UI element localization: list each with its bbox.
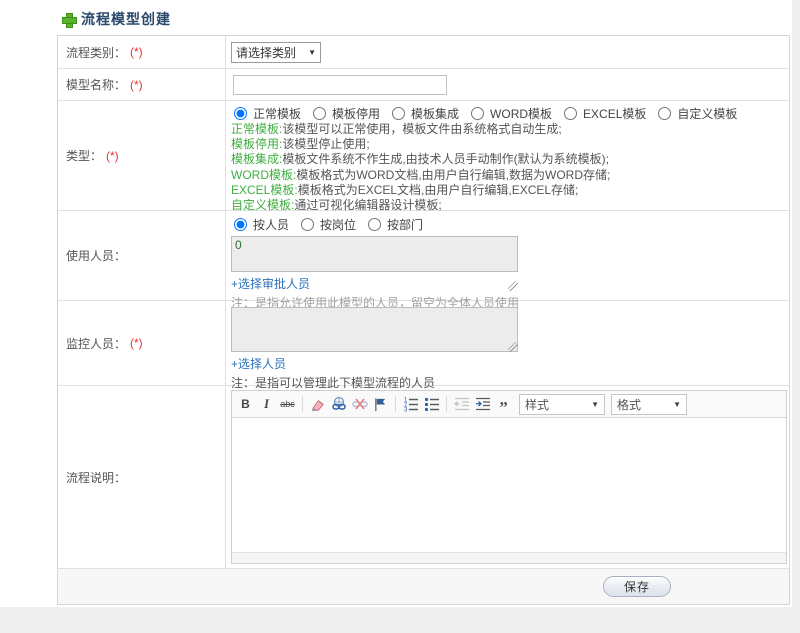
select-persons-link[interactable]: +选择人员 — [231, 355, 286, 372]
users-label: 使用人员： — [66, 249, 127, 263]
row-users: 使用人员： 按人员 按岗位 按部门 0 +选择审批人员 注：是指允许使用此模型的… — [58, 211, 789, 310]
plus-icon — [62, 12, 77, 28]
bulleted-list-icon[interactable] — [422, 395, 441, 414]
styles-combo[interactable]: 样式 ▼ — [519, 393, 605, 415]
italic-icon[interactable]: I — [257, 395, 276, 414]
required-mark: (*) — [106, 148, 119, 163]
radio-template-integrated[interactable] — [392, 107, 406, 120]
page-title: 流程模型创建 — [81, 11, 171, 27]
toolbar-separator — [446, 396, 447, 412]
remove-format-icon[interactable] — [308, 395, 327, 414]
radio-label[interactable]: 模板集成 — [411, 105, 459, 122]
category-field-cell: 请选择类别 ▼ — [226, 36, 789, 68]
radio-label[interactable]: 自定义模板 — [677, 105, 737, 122]
row-monitors: 监控人员： (*) +选择人员 注：是指可以管理此下模型流程的人员 — [58, 301, 789, 390]
type-desc-line: 正常模板:该模型可以正常使用，模板文件由系统格式自动生成; — [231, 122, 562, 136]
radio-custom-template[interactable] — [658, 107, 672, 120]
editor-toolbar: B I abc 1 2 3 ” 样式 ▼ 格式 ▼ — [232, 391, 786, 418]
radio-label[interactable]: 按部门 — [387, 216, 423, 233]
row-type: 类型： (*) 正常模板 模板停用 模板集成 WORD模板 EXCEL模板 自定… — [58, 101, 789, 212]
monitors-field-cell: +选择人员 注：是指可以管理此下模型流程的人员 — [226, 301, 789, 390]
users-textarea[interactable]: 0 — [231, 236, 518, 272]
row-description: 流程说明： B I abc 1 2 3 ” 样式 ▼ 格式 ▼ — [58, 386, 789, 569]
required-mark: (*) — [130, 336, 143, 350]
content-panel: 流程模型创建 流程类别： (*) 请选择类别 ▼ 模型名称： (*) 类型： (… — [0, 0, 792, 607]
strikethrough-icon[interactable]: abc — [278, 395, 297, 414]
chevron-down-icon: ▼ — [673, 399, 681, 409]
monitors-textarea[interactable] — [231, 307, 518, 352]
radio-template-disabled[interactable] — [313, 107, 327, 120]
outdent-icon[interactable] — [452, 395, 471, 414]
save-button[interactable]: 保存 — [603, 576, 671, 597]
required-mark: (*) — [130, 45, 143, 59]
radio-by-position[interactable] — [301, 218, 315, 231]
type-desc-line: 模板停用:该模型停止使用; — [231, 137, 370, 152]
process-model-form: 流程类别： (*) 请选择类别 ▼ 模型名称： (*) 类型： (*) 正常模板… — [57, 35, 790, 605]
page-header: 流程模型创建 — [62, 9, 171, 29]
editor-content-area[interactable] — [232, 418, 786, 552]
type-label: 类型： — [66, 149, 103, 163]
radio-label[interactable]: EXCEL模板 — [583, 105, 646, 122]
svg-text:3: 3 — [404, 408, 408, 413]
model-name-field-cell — [226, 69, 789, 100]
type-label-cell: 类型： (*) — [58, 101, 226, 210]
row-category: 流程类别： (*) 请选择类别 ▼ — [58, 36, 789, 69]
model-name-label-cell: 模型名称： (*) — [58, 69, 226, 100]
type-desc-line: EXCEL模板:模板格式为EXCEL文档,由用户自行编辑,EXCEL存储; — [231, 182, 579, 197]
radio-label[interactable]: 正常模板 — [253, 105, 301, 122]
numbered-list-icon[interactable]: 123 — [401, 395, 420, 414]
bold-icon[interactable]: B — [236, 395, 255, 414]
indent-icon[interactable] — [473, 395, 492, 414]
type-field-cell: 正常模板 模板停用 模板集成 WORD模板 EXCEL模板 自定义模板 正常模板… — [226, 101, 789, 212]
radio-label[interactable]: WORD模板 — [490, 105, 552, 122]
model-name-label: 模型名称： — [66, 78, 127, 92]
users-field-cell: 按人员 按岗位 按部门 0 +选择审批人员 注：是指允许使用此模型的人员，留空为… — [226, 211, 789, 310]
monitors-label: 监控人员： — [66, 336, 127, 351]
radio-by-department[interactable] — [368, 218, 382, 231]
category-label: 流程类别： — [66, 45, 127, 60]
editor-status-bar — [232, 552, 786, 563]
required-mark: (*) — [130, 77, 143, 92]
anchor-flag-icon[interactable] — [371, 395, 390, 414]
monitors-label-cell: 监控人员： (*) — [58, 301, 226, 385]
resize-grip-icon[interactable] — [508, 342, 518, 352]
radio-by-person[interactable] — [234, 218, 247, 231]
radio-word-template[interactable] — [471, 107, 485, 120]
format-combo-label: 格式 — [617, 397, 642, 412]
description-field-cell: B I abc 1 2 3 ” 样式 ▼ 格式 ▼ — [226, 386, 789, 568]
format-combo[interactable]: 格式 ▼ — [611, 393, 687, 415]
link-icon[interactable] — [329, 395, 348, 414]
type-desc-line: WORD模板:模板格式为WORD文档,由用户自行编辑,数据为WORD存储; — [231, 167, 611, 182]
styles-combo-label: 样式 — [525, 397, 550, 412]
radio-excel-template[interactable] — [564, 107, 578, 120]
category-select[interactable]: 请选择类别 ▼ — [231, 42, 321, 63]
form-footer: 保存 — [58, 569, 789, 604]
blockquote-icon[interactable]: ” — [494, 395, 513, 416]
radio-label[interactable]: 模板停用 — [332, 105, 380, 122]
radio-label[interactable]: 按岗位 — [320, 216, 356, 233]
description-label-cell: 流程说明： — [58, 386, 226, 568]
toolbar-separator — [395, 396, 396, 412]
model-name-input[interactable] — [233, 75, 447, 95]
category-label-cell: 流程类别： (*) — [58, 36, 226, 68]
users-radio-group: 按人员 按岗位 按部门 — [226, 216, 789, 233]
users-label-cell: 使用人员： — [58, 211, 226, 300]
chevron-down-icon: ▼ — [591, 399, 599, 409]
radio-normal-template[interactable] — [234, 107, 247, 120]
type-radio-group: 正常模板 模板停用 模板集成 WORD模板 EXCEL模板 自定义模板 — [226, 105, 789, 122]
radio-label[interactable]: 按人员 — [253, 216, 289, 233]
description-label: 流程说明： — [66, 470, 127, 485]
select-approvers-link[interactable]: +选择审批人员 — [231, 275, 310, 292]
chevron-down-icon: ▼ — [308, 48, 316, 57]
toolbar-separator — [302, 396, 303, 412]
row-model-name: 模型名称： (*) — [58, 69, 789, 101]
type-desc-line: 模板集成:模板文件系统不作生成,由技术人员手动制作(默认为系统模板); — [231, 152, 610, 167]
resize-grip-icon[interactable] — [508, 281, 518, 291]
richtext-editor: B I abc 1 2 3 ” 样式 ▼ 格式 ▼ — [231, 390, 787, 564]
unlink-icon[interactable] — [350, 395, 369, 414]
category-select-value: 请选择类别 — [236, 46, 297, 60]
